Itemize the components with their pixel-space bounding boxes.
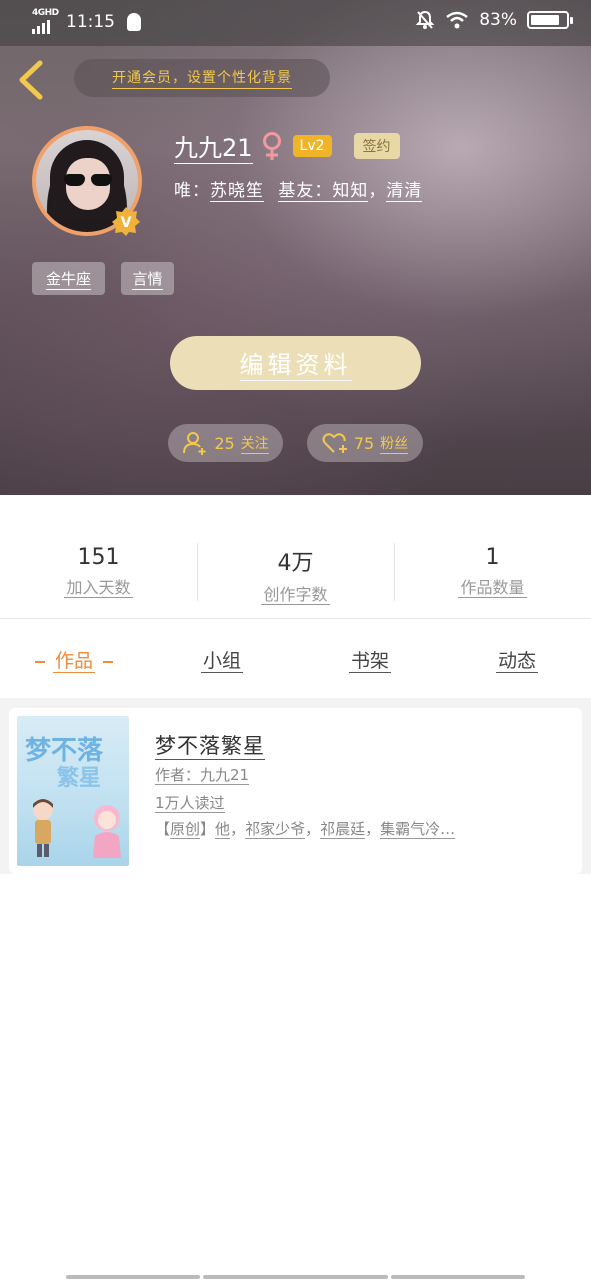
stat-works-count: 1 作品数量 [458, 545, 527, 598]
tag-constellation: 金牛座 [32, 262, 105, 295]
relation-line: 唯：苏晓笙 基友：知知，清清 [174, 181, 423, 202]
clock: 11:15 [66, 12, 115, 32]
female-icon [262, 132, 281, 160]
tab-groups[interactable]: 小组 [148, 646, 296, 673]
book-cover[interactable]: 梦不落 繁星 [17, 716, 129, 866]
stat-word-count: 4万 创作字数 [261, 551, 330, 605]
cover-girl-illustration [93, 805, 121, 858]
mute-bell-icon [415, 10, 435, 29]
book-readers: 1万人读过 [155, 794, 225, 813]
qq-notification-icon [127, 13, 141, 31]
heart-add-icon [322, 433, 347, 453]
book-author: 作者：九九21 [155, 766, 250, 785]
nickname-row: 九九21 Lv2 签约 [174, 128, 400, 164]
stats-panel: 151 加入天数 4万 创作字数 1 作品数量 [0, 495, 591, 619]
battery-icon [527, 11, 573, 29]
nav-gesture-bar [66, 1275, 200, 1279]
user-add-icon [183, 432, 206, 455]
stat-join-days: 151 加入天数 [64, 545, 133, 598]
level-badge: Lv2 [292, 135, 332, 157]
signed-badge: 签约 [353, 133, 400, 159]
book-title[interactable]: 梦不落繁星 [155, 730, 265, 760]
fans-label: 粉丝 [380, 433, 409, 454]
back-arrow-icon[interactable] [12, 55, 52, 105]
status-bar: 4GHD 11:15 83% [0, 0, 591, 46]
cover-boy-illustration [33, 799, 53, 857]
partner-link[interactable]: 苏晓笙 [210, 181, 264, 202]
edit-profile-button[interactable]: 编辑资料 [170, 336, 421, 390]
tab-bar: 作品 小组 书架 动态 [0, 620, 591, 698]
fans-button[interactable]: 75 粉丝 [307, 424, 423, 462]
nickname: 九九21 [174, 128, 253, 164]
tab-bookshelf[interactable]: 书架 [296, 646, 444, 673]
book-tag: 原创 [170, 820, 201, 839]
tab-activity[interactable]: 动态 [443, 646, 591, 673]
following-button[interactable]: 25 关注 [168, 424, 283, 462]
vip-banner-button[interactable]: 开通会员，设置个性化背景 [74, 59, 330, 97]
tag-genre: 言情 [121, 262, 174, 295]
signal-icon: 4GHD [32, 8, 59, 34]
book-description: 【原创】他，祁家少爷，祁晨廷，集霸气冷… [155, 820, 456, 839]
fans-count: 75 [353, 433, 375, 453]
work-card[interactable]: 梦不落 繁星 梦不落繁星 作者：九九21 1万人读过 【原创】他，祁家少爷，祁晨… [9, 708, 582, 874]
nav-gesture-bar [391, 1275, 525, 1279]
following-count: 25 [214, 433, 235, 453]
friend-link[interactable]: 知知 [332, 181, 369, 202]
svg-text:V: V [121, 215, 132, 231]
battery-percent: 83% [479, 10, 517, 30]
following-label: 关注 [240, 433, 269, 454]
verified-v-icon: V [112, 207, 140, 236]
friend-link[interactable]: 清清 [386, 181, 423, 202]
wifi-icon [446, 11, 468, 29]
tab-works[interactable]: 作品 [0, 646, 148, 673]
nav-gesture-bar [203, 1275, 388, 1279]
profile-header: 4GHD 11:15 83% 开通会员，设置个性化背景 V 九九21 Lv2 签… [0, 0, 591, 495]
